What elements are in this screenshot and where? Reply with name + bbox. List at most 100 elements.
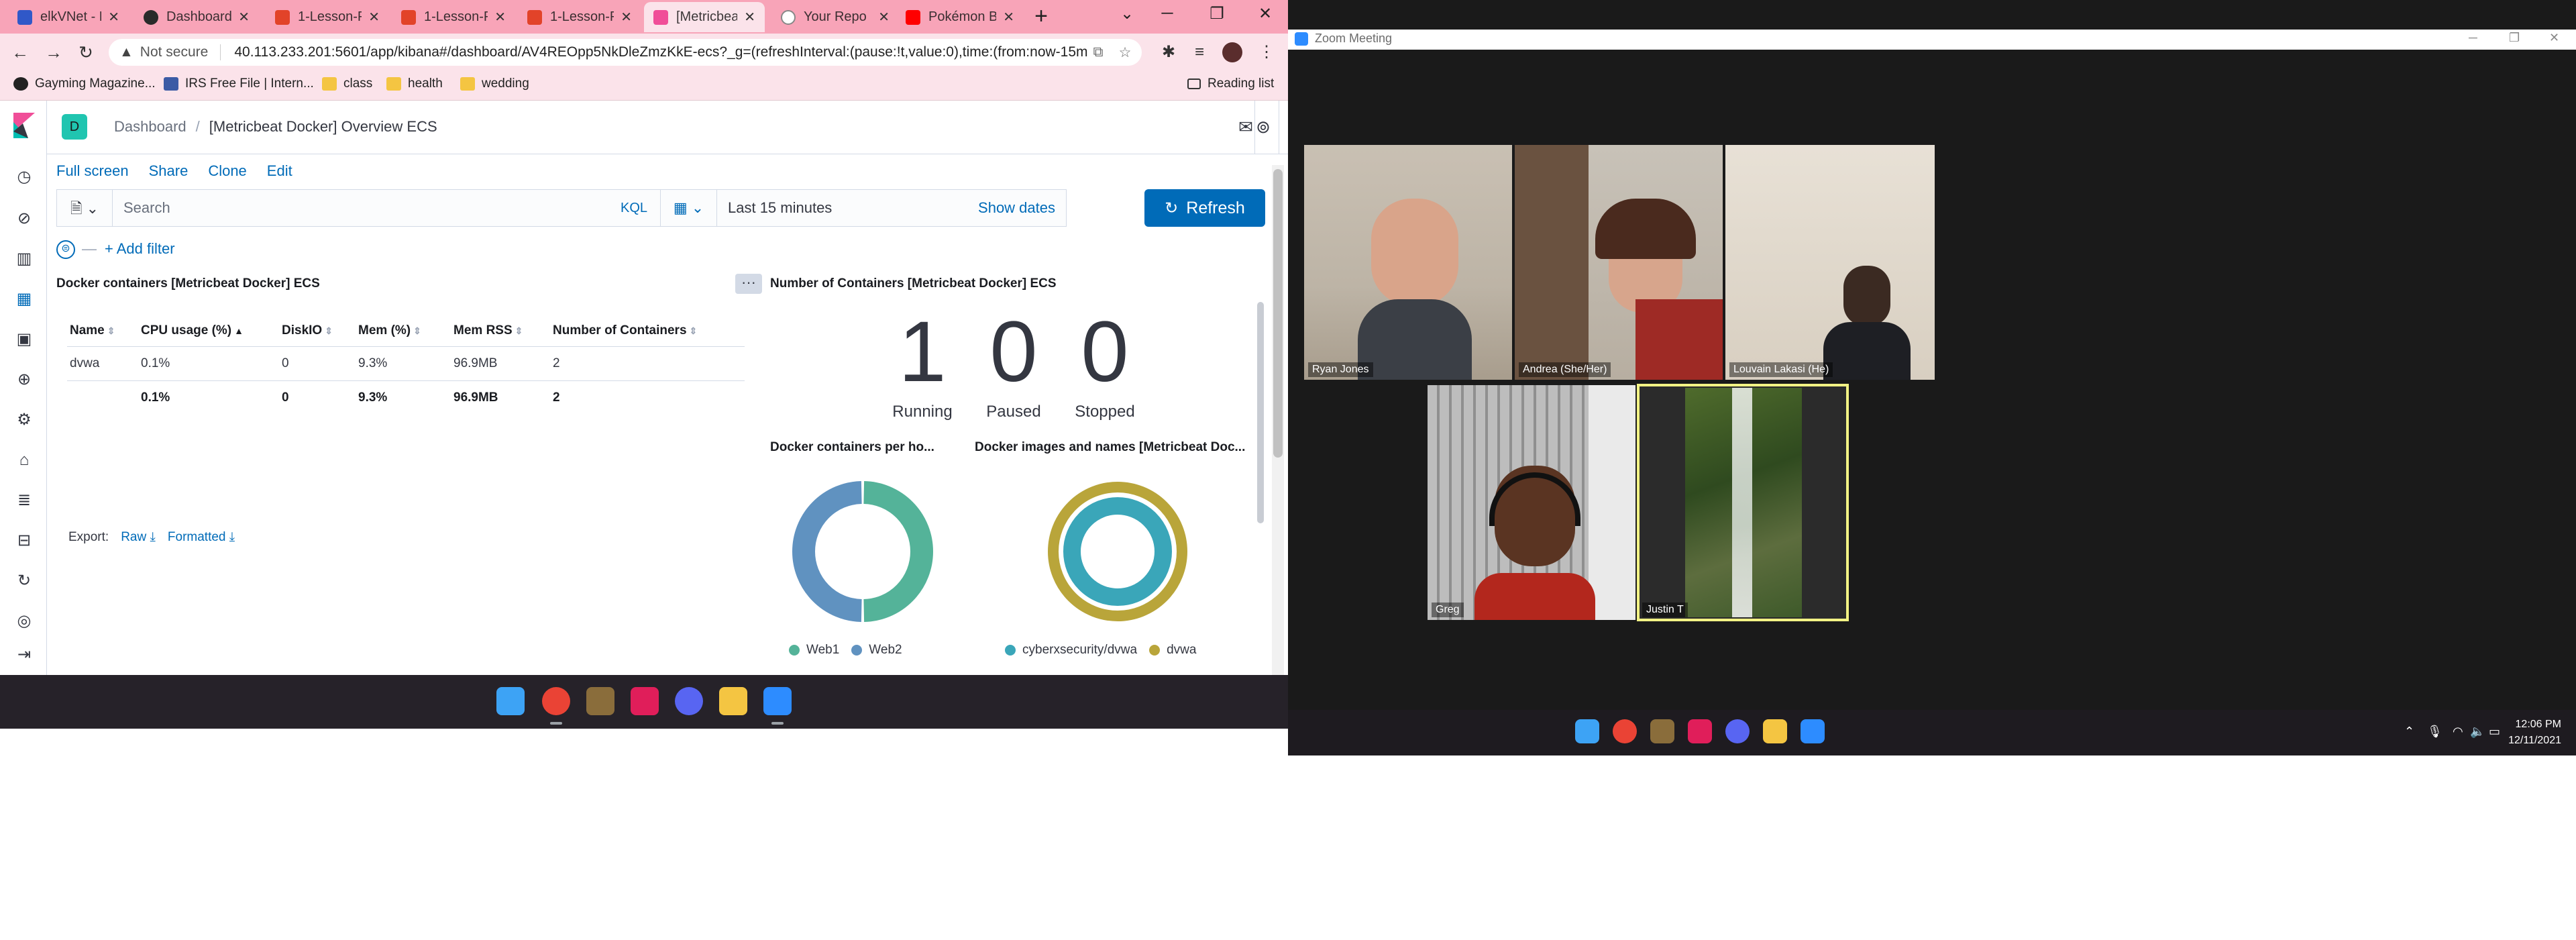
export-raw-link[interactable]: Raw ⤓ — [121, 530, 156, 544]
tab-elkvnet[interactable]: elkVNet - M ✕ — [8, 2, 129, 32]
close-window-icon[interactable]: ✕ — [2549, 31, 2559, 45]
col-mem-rss[interactable]: Mem RSS ⇕ — [451, 315, 550, 347]
video-tile[interactable]: Louvain Lakasi (He) — [1725, 145, 1935, 380]
kql-toggle[interactable]: KQL — [606, 189, 661, 227]
clone-link[interactable]: Clone — [208, 162, 246, 179]
tab-lesson-1[interactable]: 1-Lesson-P ✕ — [266, 2, 389, 32]
close-icon[interactable]: ✕ — [494, 9, 506, 25]
wifi-icon[interactable]: ◠ — [2453, 725, 2463, 739]
export-formatted-link[interactable]: Formatted ⤓ — [168, 530, 235, 544]
apm-icon[interactable]: ⊟ — [15, 531, 34, 550]
minimize-icon[interactable]: ─ — [2469, 31, 2477, 45]
share-link[interactable]: Share — [149, 162, 189, 179]
tab-dashboard[interactable]: Dashboard ✕ — [134, 2, 259, 32]
tab-metricbeat[interactable]: [Metricbeat ✕ — [644, 2, 765, 32]
donut-slice-web2[interactable] — [792, 481, 863, 622]
discord-icon[interactable] — [675, 687, 703, 715]
tab-search-icon[interactable]: ⌄ — [1108, 4, 1146, 23]
system-clock[interactable]: 12:06 PM 12/11/2021 — [2508, 717, 2561, 749]
ml-icon[interactable]: ⚙ — [15, 411, 34, 429]
open-in-app-icon[interactable]: ⧉ — [1088, 44, 1108, 60]
slack-icon[interactable] — [631, 687, 659, 715]
legend-cyberx[interactable]: cyberxsecurity/dvwa — [1022, 643, 1137, 658]
col-cpu[interactable]: CPU usage (%) ▲ — [138, 315, 279, 347]
siem-icon[interactable]: ◎ — [15, 612, 34, 631]
close-icon[interactable]: ✕ — [878, 9, 890, 25]
restore-icon[interactable]: ❐ — [1198, 4, 1236, 23]
bookmark-gayming[interactable]: Gayming Magazine... — [13, 76, 156, 91]
close-icon[interactable]: ✕ — [744, 9, 755, 25]
profile-avatar[interactable] — [1222, 42, 1242, 62]
panel-scrollbar[interactable] — [1257, 302, 1264, 523]
legend-web1[interactable]: Web1 — [806, 643, 839, 658]
kibana-logo-icon[interactable] — [13, 113, 35, 138]
add-filter-link[interactable]: + Add filter — [105, 240, 175, 257]
discover-icon[interactable]: ⊘ — [15, 209, 34, 228]
restore-icon[interactable]: ❐ — [2509, 31, 2520, 45]
tab-your-repo[interactable]: Your Repo ✕ — [771, 2, 899, 32]
windows-start-icon[interactable] — [496, 687, 525, 715]
dashboard-icon[interactable]: ▦ — [15, 290, 34, 309]
maps-icon[interactable]: ⊕ — [15, 370, 34, 389]
col-diskio[interactable]: DiskIO ⇕ — [279, 315, 356, 347]
discord-icon[interactable] — [1725, 719, 1750, 743]
search-input[interactable] — [113, 190, 662, 226]
zoom-icon[interactable] — [1801, 719, 1825, 743]
back-icon[interactable]: ← — [8, 40, 32, 64]
donut-ring-cyberxsecurity-dvwa[interactable] — [1063, 497, 1172, 606]
menu-icon[interactable]: ⋮ — [1253, 40, 1280, 64]
canvas-icon[interactable]: ▣ — [15, 330, 34, 349]
filter-options-icon[interactable]: ⊜ — [56, 240, 75, 260]
file-explorer-icon[interactable] — [1763, 719, 1787, 743]
col-count[interactable]: Number of Containers ⇕ — [550, 315, 745, 347]
col-mem-pct[interactable]: Mem (%) ⇕ — [356, 315, 451, 347]
close-icon[interactable]: ✕ — [368, 9, 380, 25]
tab-lesson-3[interactable]: 1-Lesson-P ✕ — [518, 2, 641, 32]
battery-icon[interactable]: ▭ — [2489, 725, 2500, 739]
page-scrollbar[interactable] — [1272, 165, 1284, 675]
close-icon[interactable]: ✕ — [108, 9, 119, 25]
close-icon[interactable]: ✕ — [1003, 9, 1014, 25]
file-explorer-icon[interactable] — [719, 687, 747, 715]
show-dates-link[interactable]: Show dates — [978, 190, 1055, 226]
git-icon[interactable] — [1650, 719, 1674, 743]
media-icon[interactable]: ≡ — [1186, 40, 1213, 64]
slack-icon[interactable] — [1688, 719, 1712, 743]
col-name[interactable]: Name ⇕ — [67, 315, 138, 347]
legend-dvwa[interactable]: dvwa — [1167, 643, 1196, 658]
calendar-icon[interactable]: ▦ ⌄ — [661, 190, 717, 226]
star-icon[interactable]: ☆ — [1115, 44, 1135, 61]
tray-chevron-icon[interactable]: ⌃ — [2404, 725, 2414, 739]
mail-icon[interactable]: ✉ — [1234, 115, 1257, 138]
date-range-value[interactable]: Last 15 minutes — [728, 190, 832, 226]
refresh-button[interactable]: ↻ Refresh — [1144, 189, 1265, 227]
tab-pokemon[interactable]: Pokémon B ✕ — [896, 2, 1024, 32]
chrome-icon[interactable] — [1613, 719, 1637, 743]
space-avatar[interactable]: D — [62, 114, 87, 140]
close-icon[interactable]: ✕ — [238, 9, 250, 25]
chrome-icon[interactable] — [542, 687, 570, 715]
uptime-icon[interactable]: ↻ — [15, 572, 34, 590]
legend-web2[interactable]: Web2 — [869, 643, 902, 658]
windows-start-icon[interactable] — [1575, 719, 1599, 743]
tab-lesson-2[interactable]: 1-Lesson-P ✕ — [392, 2, 515, 32]
volume-icon[interactable]: 🔈 — [2470, 725, 2485, 739]
recent-icon[interactable]: ◷ — [15, 168, 34, 187]
video-tile[interactable]: Andrea (She/Her) — [1515, 145, 1723, 380]
minimize-icon[interactable]: ─ — [1148, 4, 1186, 23]
logs-icon[interactable]: ≣ — [15, 491, 34, 510]
full-screen-link[interactable]: Full screen — [56, 162, 129, 179]
infrastructure-icon[interactable]: ⌂ — [15, 451, 34, 470]
bookmark-wedding[interactable]: wedding — [460, 76, 529, 91]
forward-icon[interactable]: → — [42, 40, 66, 64]
address-bar[interactable]: ▲ Not secure 40.113.233.201:5601/app/kib… — [109, 39, 1142, 66]
collapse-icon[interactable]: ⇥ — [15, 645, 34, 664]
scrollbar-thumb[interactable] — [1273, 169, 1283, 458]
reload-icon[interactable]: ↻ — [74, 40, 98, 64]
donut-slice-web1[interactable] — [863, 481, 933, 622]
not-secure-label[interactable]: Not secure — [140, 44, 221, 60]
microphone-icon[interactable]: 🎙 — [2427, 725, 2443, 739]
visualize-icon[interactable]: ▥ — [15, 250, 34, 268]
breadcrumb-dashboard[interactable]: Dashboard — [114, 118, 186, 135]
bookmark-class[interactable]: class — [322, 76, 372, 91]
